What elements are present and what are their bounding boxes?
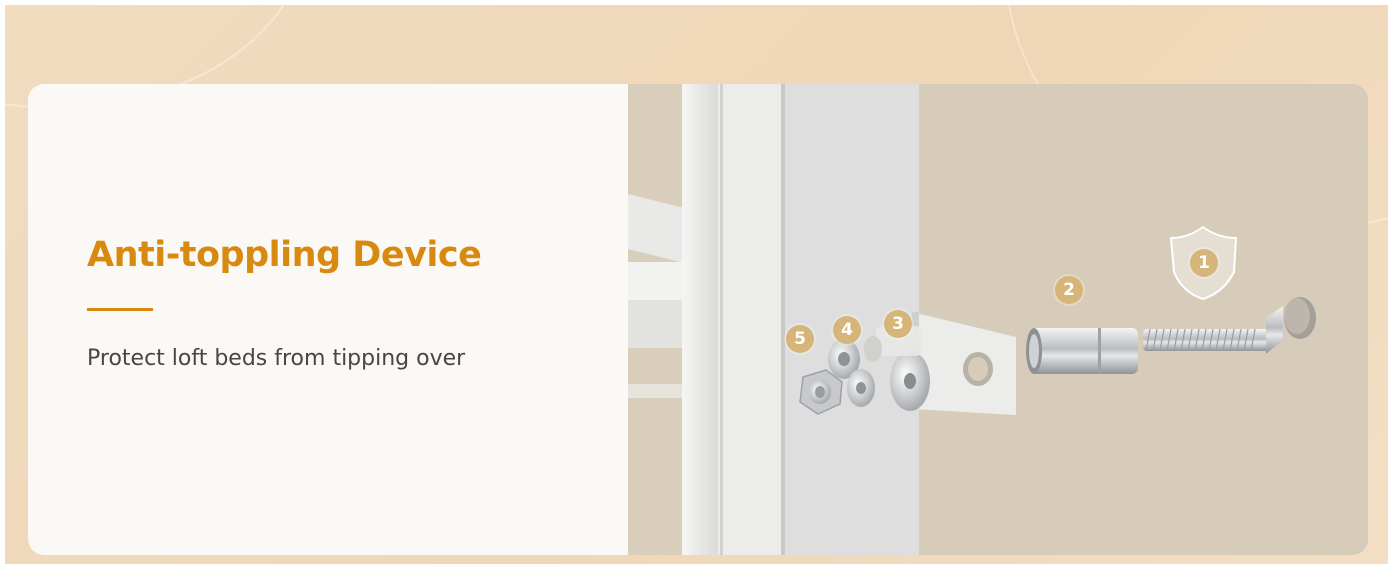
anti-toppling-hardware-illustration bbox=[628, 84, 1368, 555]
product-photo: 1 2 3 4 5 bbox=[628, 84, 1368, 555]
title-underline bbox=[87, 308, 153, 311]
feature-card: Anti-toppling Device Protect loft beds f… bbox=[28, 84, 1368, 555]
feature-title: Anti-toppling Device bbox=[87, 235, 482, 275]
banner-background: Anti-toppling Device Protect loft beds f… bbox=[5, 5, 1388, 564]
part-badge-5: 5 bbox=[786, 325, 814, 353]
part-badge-3: 3 bbox=[884, 310, 912, 338]
part-badge-1: 1 bbox=[1190, 249, 1218, 277]
part-badge-2: 2 bbox=[1055, 276, 1083, 304]
part-badge-4: 4 bbox=[833, 316, 861, 344]
feature-subtitle: Protect loft beds from tipping over bbox=[87, 346, 466, 371]
text-panel: Anti-toppling Device Protect loft beds f… bbox=[28, 84, 628, 555]
